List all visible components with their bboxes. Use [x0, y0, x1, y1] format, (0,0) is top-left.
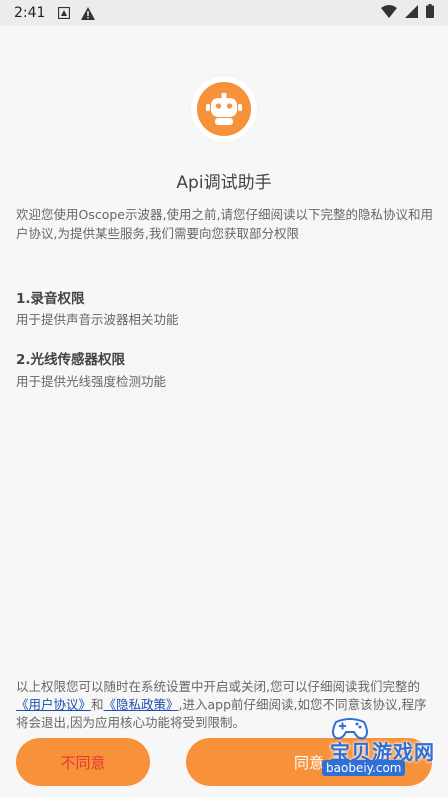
wifi-icon — [381, 4, 397, 22]
disagree-button[interactable]: 不同意 — [16, 738, 150, 786]
status-time: 2:41 — [14, 5, 46, 21]
footer-text-and: 和 — [91, 697, 104, 712]
agree-button[interactable]: 同意 — [186, 738, 432, 786]
permission-title-record: 1.录音权限 — [16, 291, 85, 307]
app-title: Api调试助手 — [176, 173, 272, 193]
robot-icon — [197, 82, 251, 136]
app-logo — [191, 76, 257, 142]
status-bar: 2:41 — [0, 0, 448, 26]
user-agreement-link[interactable]: 《用户协议》 — [16, 697, 91, 712]
footer-note: 以上权限您可以随时在系统设置中开启或关闭,您可以仔细阅读我们完整的《用户协议》和… — [16, 678, 434, 732]
signal-icon — [405, 4, 418, 22]
footer-text-part1: 以上权限您可以随时在系统设置中开启或关闭,您可以仔细阅读我们完整的 — [16, 679, 420, 694]
permission-desc-light: 用于提供光线强度检测功能 — [16, 374, 167, 389]
intro-text: 欢迎您使用Oscope示波器,使用之前,请您仔细阅读以下完整的隐私协议和用户协议… — [16, 207, 433, 241]
permission-desc-record: 用于提供声音示波器相关功能 — [16, 312, 179, 327]
warning-icon — [81, 6, 96, 20]
privacy-policy-link[interactable]: 《隐私政策》 — [104, 697, 179, 712]
app-notification-icon — [57, 6, 71, 20]
battery-icon — [426, 4, 434, 22]
permission-title-light: 2.光线传感器权限 — [16, 352, 126, 368]
